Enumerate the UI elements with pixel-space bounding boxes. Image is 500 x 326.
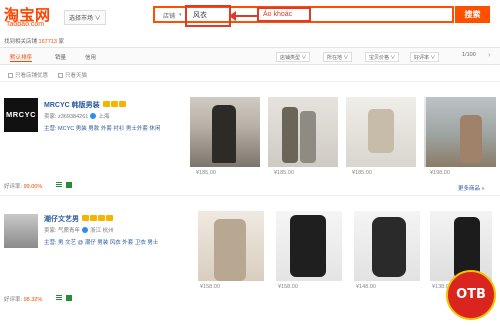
shop-icon[interactable] [66,295,72,301]
option-label: 只看天猫 [65,73,88,79]
header: 淘宝网 Taobao.com 选择市场 ∨ 店铺 ▾ Áo khoác 搜索 [0,0,500,34]
tab-sales[interactable]: 销量 [55,53,66,61]
product-thumbnail[interactable] [346,97,416,167]
shop-name-text: MRCYC 韩版男装 [44,102,100,109]
shop-name-text: 潮仔文艺男 [44,216,79,223]
shop-icon[interactable] [66,182,72,188]
shop-avatar[interactable]: MRCYC [4,98,38,132]
crown-icon [102,101,110,107]
rating: 好评率: 99.00% [4,182,42,190]
crown-icon [89,215,97,221]
seller-name[interactable]: 卖家: 气质青年 [44,228,80,234]
product-price: ¥198.00 [430,170,450,176]
search-button[interactable]: 搜索 [455,6,490,23]
shop-name[interactable]: 潮仔文艺男 [44,214,113,224]
filter-options: 只看店铺优惠 只看天猫 [0,68,500,82]
seller-line: 卖家: z369384261 上海 [44,112,109,120]
tab-default-sort[interactable]: 默认排序 [10,53,33,62]
crown-icon [118,101,126,107]
rating: 好评率: 98.32% [4,295,42,303]
shop-location: 浙江 杭州 [90,228,114,234]
crown-icon [110,101,118,107]
market-selector[interactable]: 选择市场 ∨ [64,10,106,25]
option-label: 只看店铺优惠 [15,73,49,79]
location-select[interactable]: 所在地 ∨ [323,52,353,62]
chat-icon[interactable] [82,227,89,233]
rating-select[interactable]: 好评率 ∨ [410,52,440,62]
result-count: 167713 [38,39,57,45]
product-thumbnail[interactable] [426,97,496,167]
crown-icon [105,215,113,221]
main-products[interactable]: 主营: 男 文艺 @ 潮仔 男装 风衣 外套 卫衣 男士 [44,240,158,246]
chat-icon[interactable] [90,113,97,119]
product-price: ¥185.00 [196,170,216,176]
more-products-link[interactable]: 更多商品 » [458,184,485,192]
main-products[interactable]: 主营: MCYC 男装 男款 外套 衬衫 男士外套 休闲 [44,126,160,132]
main-products-line: 主营: 男 文艺 @ 潮仔 男装 风衣 外套 卫衣 男士 [44,238,158,246]
rating-value: 99.00% [23,184,43,190]
option-shop-discount[interactable]: 只看店铺优惠 [8,71,48,79]
crown-icon [81,215,89,221]
crown-icon [97,215,105,221]
product-price: ¥158.00 [278,284,298,290]
product-price: ¥158.00 [200,284,220,290]
chevron-down-icon: ▾ [179,12,182,18]
seller-line: 卖家: 气质青年 浙江 杭州 [44,226,114,234]
rating-label: 好评率: [4,184,23,190]
product-thumbnail[interactable] [354,211,420,281]
result-count-suffix: 家 [58,39,64,45]
translation-annotation: Áo khoác [257,7,311,22]
tab-credit[interactable]: 信用 [85,53,96,61]
rating-label: 好评率: [4,297,23,303]
shop-name[interactable]: MRCYC 韩版男装 [44,100,126,110]
product-thumbnail[interactable] [430,211,492,281]
shop-row: MRCYC MRCYC 韩版男装 卖家: z369384261 上海 主营: MC… [0,84,500,196]
checkbox[interactable] [58,73,63,78]
product-thumbnail[interactable] [198,211,264,281]
shop-location: 上海 [98,114,110,120]
product-price: ¥185.00 [352,170,372,176]
page-indicator: 1/100 [462,52,476,58]
product-price: ¥148.00 [356,284,376,290]
shop-type-select[interactable]: 店铺类型 ∨ [276,52,311,62]
seller-name[interactable]: 卖家: z369384261 [44,114,88,120]
option-tmall-only[interactable]: 只看天猫 [58,71,87,79]
product-thumbnail[interactable] [268,97,338,167]
shop-row: 潮仔文艺男 卖家: 气质青年 浙江 杭州 主营: 男 文艺 @ 潮仔 男装 风衣 … [0,198,500,308]
price-select[interactable]: 宝贝价格 ∨ [365,52,400,62]
list-icon[interactable] [56,295,62,301]
sort-filter-bar: 默认排序 销量 信用 店铺类型 ∨ 所在地 ∨ 宝贝价格 ∨ 好评率 ∨ 1/1… [0,47,500,65]
main-products-line: 主营: MCYC 男装 男款 外套 衬衫 男士外套 休闲 [44,124,160,132]
product-price: ¥185.00 [274,170,294,176]
checkbox[interactable] [8,73,13,78]
annotation-arrow-line [231,15,257,17]
taobao-logo-subtitle: Taobao.com [6,21,45,28]
shop-avatar[interactable] [4,214,38,248]
next-page-icon[interactable]: › [488,51,491,59]
search-type-selector[interactable]: 店铺 [163,11,175,20]
otb-watermark-logo: OTB [446,270,496,320]
result-count-line: 找到相关店铺 167713 家 [4,37,64,45]
rating-value: 98.32% [23,297,43,303]
page: 淘宝网 Taobao.com 选择市场 ∨ 店铺 ▾ Áo khoác 搜索 找… [0,0,500,326]
product-thumbnail[interactable] [190,97,260,167]
result-count-prefix: 找到相关店铺 [4,39,38,45]
product-thumbnail[interactable] [276,211,342,281]
query-highlight-box [185,5,231,27]
list-icon[interactable] [56,182,62,188]
